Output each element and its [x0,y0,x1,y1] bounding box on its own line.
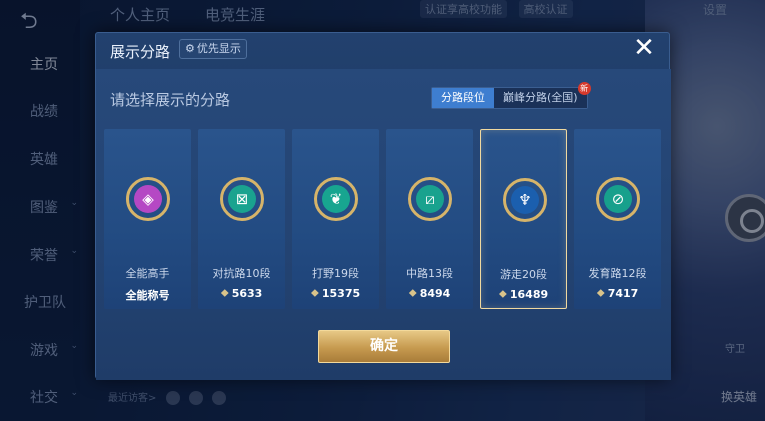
lane-card-value: 全能称号 [125,289,170,302]
new-badge: 新 [577,82,591,95]
jungle-icon: ❦ [314,177,358,221]
select-prompt: 请选择展示的分路 [110,91,231,109]
lane-card[interactable]: ⊘ 发育路12段 ⯁ 7417 [574,129,661,309]
all-round-badge-icon: ◈ [126,177,170,221]
lane-card-value: ⯁ 5633 [220,287,263,300]
priority-display-button[interactable]: ⚙ 优先显示 [179,39,247,59]
close-icon[interactable]: ✕ [631,35,657,61]
lane-display-dialog: 展示分路 ⚙ 优先显示 ✕ 请选择展示的分路 分路段位 巅峰分路(全国) 新 ◈ … [95,32,671,380]
lane-card-selected[interactable]: ♆ 游走20段 ⯁ 16489 [480,129,567,309]
lane-card-label: 打野19段 [312,267,359,280]
tab-peak-lane[interactable]: 巅峰分路(全国) 新 [494,82,591,108]
rank-points-icon: ⯁ [408,289,417,300]
lane-card[interactable]: ◈ 全能高手 全能称号 [104,129,191,309]
farm-lane-icon: ⊘ [596,177,640,221]
lane-card-label: 游走20段 [500,268,547,281]
lane-card-label: 中路13段 [406,267,453,280]
rank-points-icon: ⯁ [310,289,319,300]
priority-label: 优先显示 [196,42,241,55]
lane-card-label: 对抗路10段 [212,267,271,280]
dialog-title: 展示分路 [110,43,171,61]
lane-card-value: ⯁ 8494 [408,287,451,300]
lane-card[interactable]: ❦ 打野19段 ⯁ 15375 [292,129,379,309]
tab-lane-rank[interactable]: 分路段位 [432,88,494,108]
gear-icon: ⚙ [185,42,195,55]
tab-peak-lane-label: 巅峰分路(全国) [503,91,578,104]
rank-points-icon: ⯁ [498,290,507,301]
lane-card-list: ◈ 全能高手 全能称号 ⊠ 对抗路10段 ⯁ 5633 ❦ 打野19段 ⯁ 1537… [104,129,664,309]
lane-card-label: 发育路12段 [588,267,647,280]
mid-lane-icon: ⧄ [408,177,452,221]
lane-card-value: ⯁ 15375 [310,287,361,300]
lane-card-value: ⯁ 7417 [596,287,639,300]
lane-card-label: 全能高手 [125,267,170,280]
lane-card[interactable]: ⧄ 中路13段 ⯁ 8494 [386,129,473,309]
clash-lane-icon: ⊠ [220,177,264,221]
lane-segment-control: 分路段位 巅峰分路(全国) 新 [431,82,591,109]
lane-card[interactable]: ⊠ 对抗路10段 ⯁ 5633 [198,129,285,309]
rank-points-icon: ⯁ [220,289,229,300]
lane-card-value: ⯁ 16489 [498,288,549,301]
rank-points-icon: ⯁ [596,289,605,300]
confirm-button[interactable]: 确定 [318,330,450,363]
roam-icon: ♆ [503,178,547,222]
